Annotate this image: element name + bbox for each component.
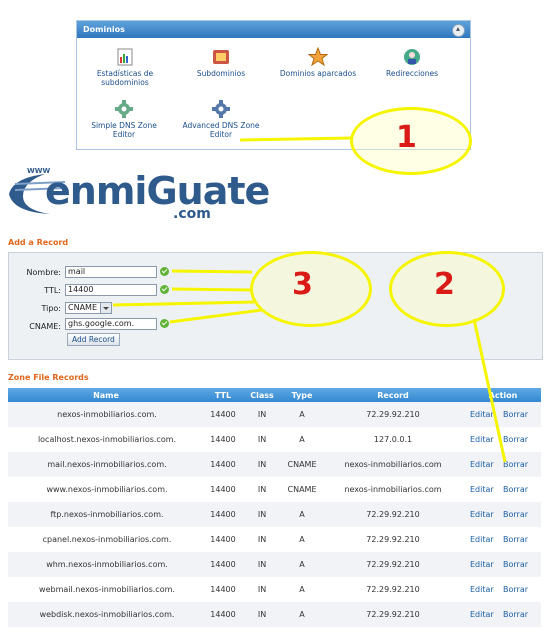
- annotation-line-3d: [169, 308, 263, 324]
- annotation-line-2: [472, 318, 507, 463]
- annotation-line-3a: [171, 269, 253, 274]
- annotation-line-1: [239, 136, 353, 142]
- annotation-lines: [112, 136, 507, 463]
- annotation-line-3b: [171, 287, 253, 292]
- annotation-line-3c: [112, 300, 255, 307]
